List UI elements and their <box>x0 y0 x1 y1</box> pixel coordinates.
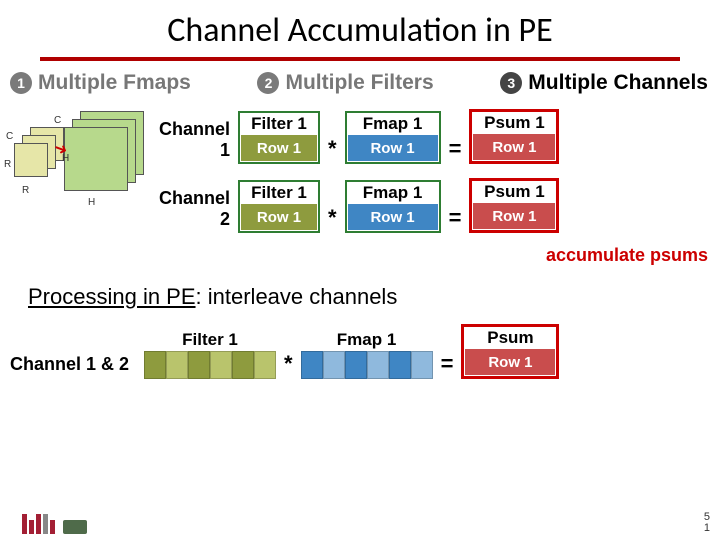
bottom-fmap-cells <box>301 351 433 379</box>
ch2-op-mul: * <box>320 205 345 233</box>
bottom-fmap-hdr: Fmap 1 <box>337 330 397 350</box>
ch1-filter-val: Row 1 <box>241 135 317 161</box>
page-number: 51 <box>704 512 710 534</box>
ch1-filter-hdr: Filter 1 <box>251 114 307 134</box>
ch1-label: Channel 1 <box>146 119 238 164</box>
processing-underline: Processing in PE <box>28 284 196 309</box>
dim-h-2: H <box>88 197 95 208</box>
dim-c-2: C <box>54 115 61 126</box>
chip-icon <box>63 520 87 534</box>
ch2-psum: Psum 1 Row 1 <box>469 178 559 233</box>
channel-2-row: Channel 2 Filter 1 Row 1 * Fmap 1 Row 1 … <box>146 178 720 233</box>
tab-label-3: Multiple Channels <box>528 71 708 95</box>
bottom-filter-cells <box>144 351 276 379</box>
ch1-psum-hdr: Psum 1 <box>484 113 544 133</box>
bottom-psum-val: Row 1 <box>465 349 555 375</box>
mit-logo-icon <box>22 514 55 534</box>
ch2-psum-hdr: Psum 1 <box>484 182 544 202</box>
ch1-psum-val: Row 1 <box>473 134 555 160</box>
ch1-fmap-hdr: Fmap 1 <box>363 114 423 134</box>
ch1-psum: Psum 1 Row 1 <box>469 109 559 164</box>
tab-num-2: 2 <box>257 72 279 94</box>
bottom-filter: Filter 1 <box>144 330 276 379</box>
tab-filters: 2 Multiple Filters <box>257 71 433 95</box>
ch1-op-eq: = <box>441 136 470 164</box>
ch2-filter-val: Row 1 <box>241 204 317 230</box>
title-rule <box>40 57 680 61</box>
bottom-filter-hdr: Filter 1 <box>182 330 238 350</box>
ch1-fmap: Fmap 1 Row 1 <box>345 111 441 164</box>
ch1-fmap-val: Row 1 <box>348 135 438 161</box>
accumulate-note: accumulate psums <box>146 245 720 266</box>
ch2-fmap: Fmap 1 Row 1 <box>345 180 441 233</box>
tensor-diagram: C C R R H H ➜ <box>6 103 146 263</box>
tab-label-1: Multiple Fmaps <box>38 71 191 95</box>
ch2-psum-val: Row 1 <box>473 203 555 229</box>
processing-rest: : interleave channels <box>196 284 398 309</box>
tab-channels: 3 Multiple Channels <box>500 71 708 95</box>
processing-line: Processing in PE: interleave channels <box>0 266 720 310</box>
tab-label-2: Multiple Filters <box>285 71 433 95</box>
dim-c-1: C <box>6 131 13 142</box>
bottom-ch-label: Channel 1 & 2 <box>10 354 144 379</box>
ch2-fmap-val: Row 1 <box>348 204 438 230</box>
bottom-op-eq: = <box>433 351 462 379</box>
ch2-op-eq: = <box>441 205 470 233</box>
tab-num-1: 1 <box>10 72 32 94</box>
ch2-filter-hdr: Filter 1 <box>251 183 307 203</box>
ch2-filter: Filter 1 Row 1 <box>238 180 320 233</box>
bottom-psum-hdr: Psum <box>487 328 533 348</box>
ch1-filter: Filter 1 Row 1 <box>238 111 320 164</box>
interleave-row: Channel 1 & 2 Filter 1 * Fmap 1 = Psum R… <box>0 310 720 379</box>
footer: 51 <box>0 512 710 534</box>
channel-1-row: Channel 1 Filter 1 Row 1 * Fmap 1 Row 1 … <box>146 109 720 164</box>
ch1-op-mul: * <box>320 136 345 164</box>
tab-fmaps: 1 Multiple Fmaps <box>10 71 191 95</box>
bottom-op-mul: * <box>276 351 301 379</box>
ch2-fmap-hdr: Fmap 1 <box>363 183 423 203</box>
ch2-label: Channel 2 <box>146 188 238 233</box>
dim-r-2: R <box>22 185 29 196</box>
section-tabs: 1 Multiple Fmaps 2 Multiple Filters 3 Mu… <box>0 71 720 95</box>
bottom-fmap: Fmap 1 <box>301 330 433 379</box>
slide-title: Channel Accumulation in PE <box>0 0 720 51</box>
bottom-psum: Psum Row 1 <box>461 324 559 379</box>
dim-r-1: R <box>4 159 11 170</box>
tab-num-3: 3 <box>500 72 522 94</box>
